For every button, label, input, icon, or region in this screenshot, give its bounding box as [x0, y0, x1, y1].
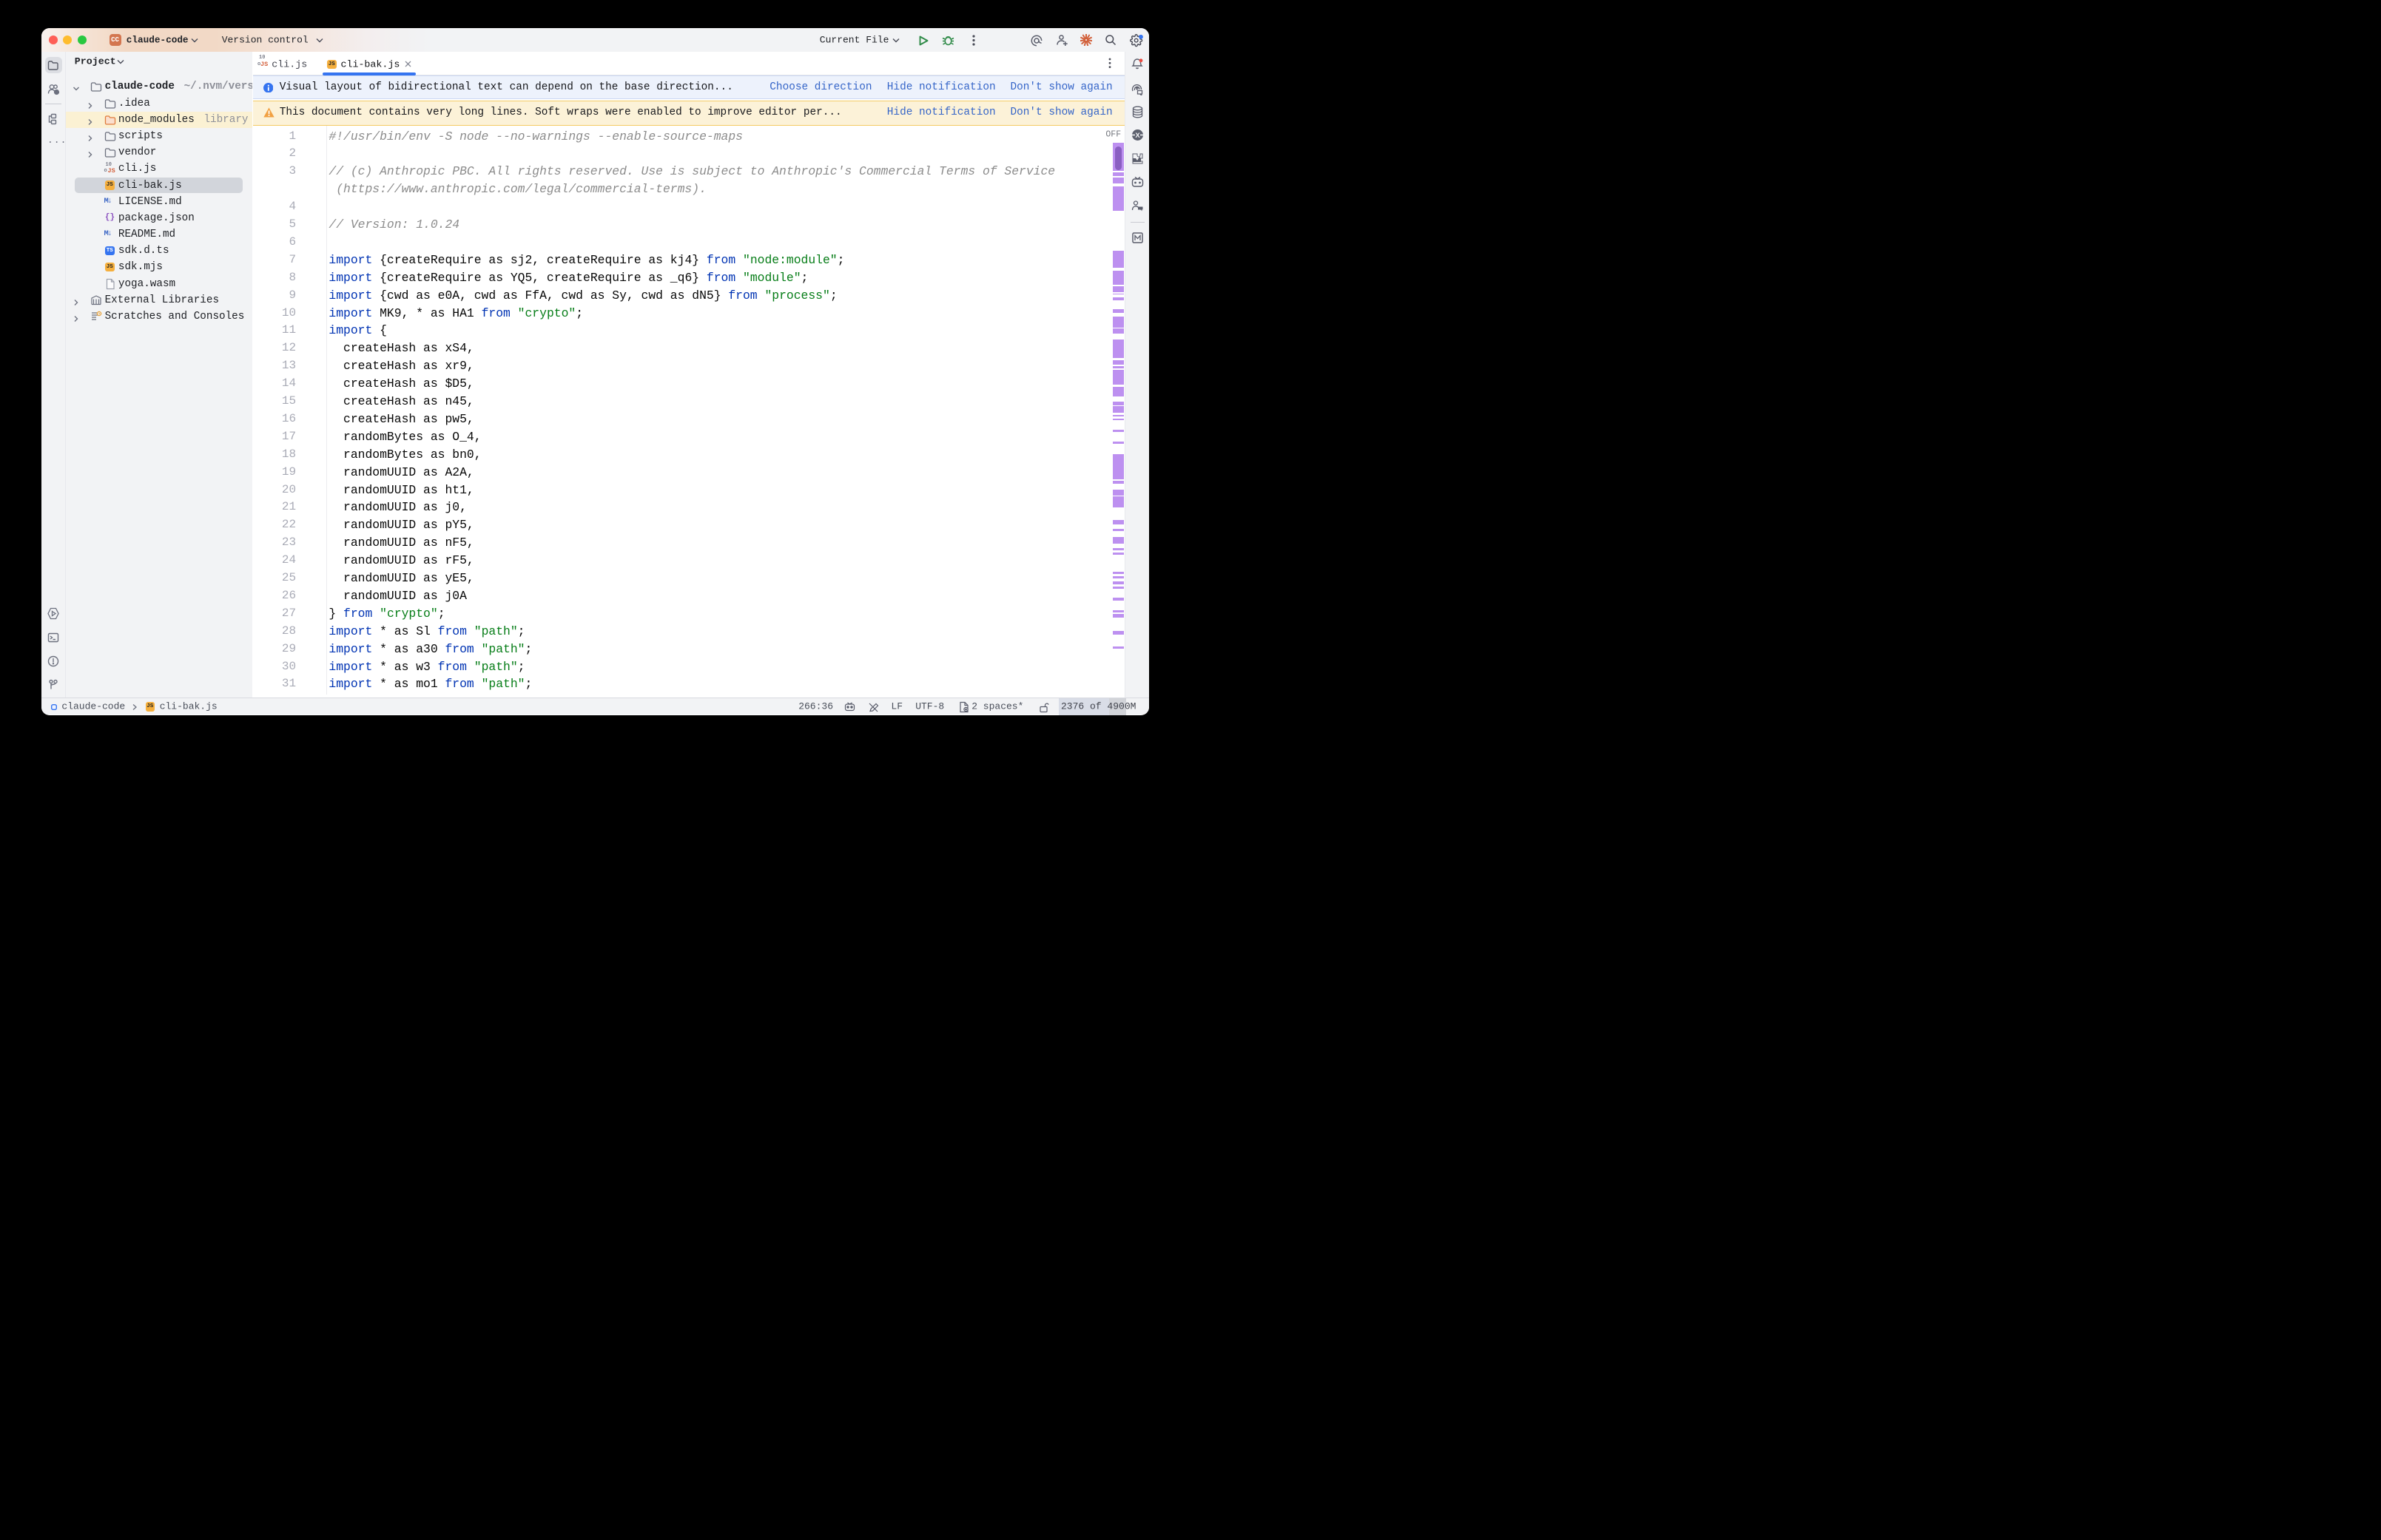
svg-text:X: X: [1136, 132, 1141, 140]
svg-text:?: ?: [55, 90, 58, 95]
